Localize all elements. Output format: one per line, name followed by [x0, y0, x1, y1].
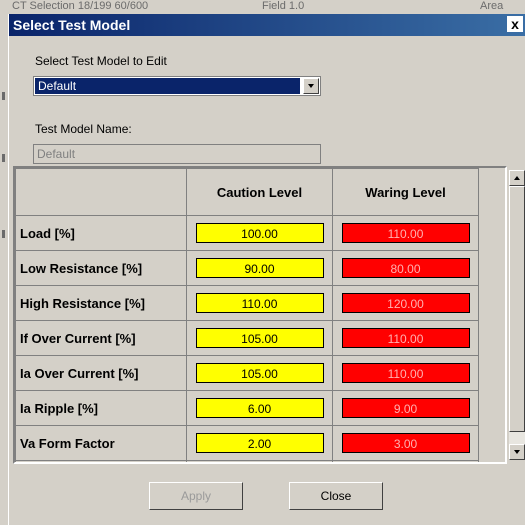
warning-value-cell[interactable]: 9.00: [341, 398, 470, 418]
warning-value-cell[interactable]: 110.00: [341, 328, 470, 348]
background-mark: [2, 154, 5, 162]
warning-value-cell[interactable]: 110.00: [341, 223, 470, 243]
background-text: CT Selection 18/199 60/600: [12, 0, 149, 12]
apply-button[interactable]: Apply: [149, 482, 243, 510]
caution-value-cell[interactable]: 6.00: [195, 398, 324, 418]
background-mark: [2, 230, 5, 238]
row-label: [15, 460, 187, 462]
caution-value-cell[interactable]: 2.00: [195, 433, 324, 453]
caution-level-header: Caution Level: [186, 168, 333, 216]
close-button[interactable]: Close: [289, 482, 383, 510]
dialog-title: Select Test Model: [13, 17, 131, 33]
chevron-down-icon[interactable]: [303, 78, 319, 94]
scroll-up-icon[interactable]: [509, 170, 525, 186]
table-row: If Over Current [%] 105.00 110.00: [15, 320, 479, 356]
background-mark: [2, 92, 5, 100]
table-row: Ia Ripple [%] 6.00 9.00: [15, 390, 479, 426]
row-label: Load [%]: [15, 215, 187, 251]
corner-header: [15, 168, 187, 216]
caution-value-cell[interactable]: 105.00: [195, 328, 324, 348]
background-text: Area: [480, 0, 504, 12]
warning-value-cell[interactable]: 110.00: [341, 363, 470, 383]
background-text: Field 1.0: [262, 0, 305, 12]
test-model-name-field[interactable]: Default: [33, 144, 321, 164]
dialog-titlebar[interactable]: Select Test Model x: [9, 14, 525, 36]
row-label: Ia Over Current [%]: [15, 355, 187, 391]
warning-value-cell[interactable]: 120.00: [341, 293, 470, 313]
row-label: Ia Ripple [%]: [15, 390, 187, 426]
row-label: Low Resistance [%]: [15, 250, 187, 286]
table-row: Low Resistance [%] 90.00 80.00: [15, 250, 479, 286]
caution-value-cell[interactable]: 110.00: [195, 293, 324, 313]
thresholds-grid: Caution Level Waring Level Load [%] 100.…: [13, 166, 507, 464]
row-label: Va Form Factor: [15, 425, 187, 461]
background-window-edge: [0, 14, 8, 525]
caution-value-cell[interactable]: 90.00: [195, 258, 324, 278]
table-row: Load [%] 100.00 110.00: [15, 215, 479, 251]
test-model-select-value: Default: [35, 78, 300, 94]
table-row: High Resistance [%] 110.00 120.00: [15, 285, 479, 321]
thresholds-table: Caution Level Waring Level Load [%] 100.…: [15, 168, 479, 462]
test-model-name-label: Test Model Name:: [35, 122, 132, 136]
warning-value-cell[interactable]: 80.00: [341, 258, 470, 278]
scroll-down-icon[interactable]: [509, 444, 525, 460]
vertical-scrollbar[interactable]: [509, 170, 525, 460]
table-row: Ia Over Current [%] 105.00 110.00: [15, 355, 479, 391]
row-label: High Resistance [%]: [15, 285, 187, 321]
warning-level-header: Waring Level: [332, 168, 479, 216]
scrollbar-thumb[interactable]: [509, 186, 525, 432]
test-model-select[interactable]: Default: [33, 76, 321, 96]
select-model-label: Select Test Model to Edit: [35, 54, 167, 68]
table-row-partial: [15, 460, 479, 462]
table-row: Va Form Factor 2.00 3.00: [15, 425, 479, 461]
warning-value-cell[interactable]: 3.00: [341, 433, 470, 453]
select-test-model-dialog: Select Test Model x Select Test Model to…: [8, 14, 525, 525]
caution-value-cell[interactable]: 100.00: [195, 223, 324, 243]
background-window-strip: CT Selection 18/199 60/600 Field 1.0 Are…: [0, 0, 525, 14]
caution-value-cell[interactable]: 105.00: [195, 363, 324, 383]
row-label: If Over Current [%]: [15, 320, 187, 356]
table-header-row: Caution Level Waring Level: [15, 168, 479, 216]
close-icon[interactable]: x: [507, 16, 523, 32]
